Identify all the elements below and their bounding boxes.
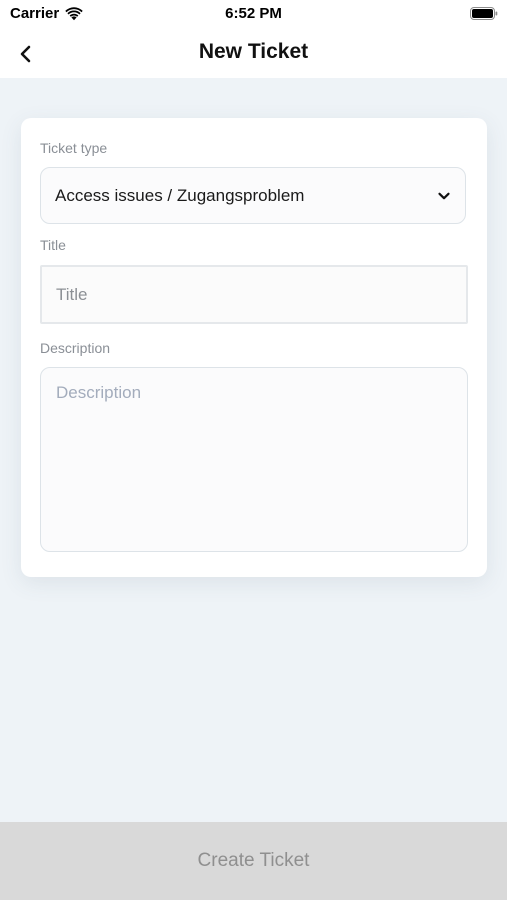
description-label: Description	[40, 340, 111, 356]
nav-bar: New Ticket	[0, 28, 507, 78]
create-ticket-button[interactable]: Create Ticket	[0, 822, 507, 900]
ticket-type-value: Access issues / Zugangsproblem	[55, 186, 305, 205]
battery-icon	[470, 7, 498, 20]
ticket-type-select[interactable]: Access issues / Zugangsproblem	[40, 167, 466, 224]
ticket-form-card: Ticket type Access issues / Zugangsprobl…	[21, 118, 487, 577]
title-label: Title	[40, 237, 66, 253]
status-time: 6:52 PM	[225, 5, 282, 22]
ticket-type-label: Ticket type	[40, 140, 108, 156]
description-input[interactable]	[40, 367, 468, 552]
title-input[interactable]	[40, 265, 468, 324]
status-bar: Carrier 6:52 PM	[0, 0, 507, 28]
page-title: New Ticket	[198, 40, 309, 63]
chevron-down-icon	[438, 192, 450, 200]
